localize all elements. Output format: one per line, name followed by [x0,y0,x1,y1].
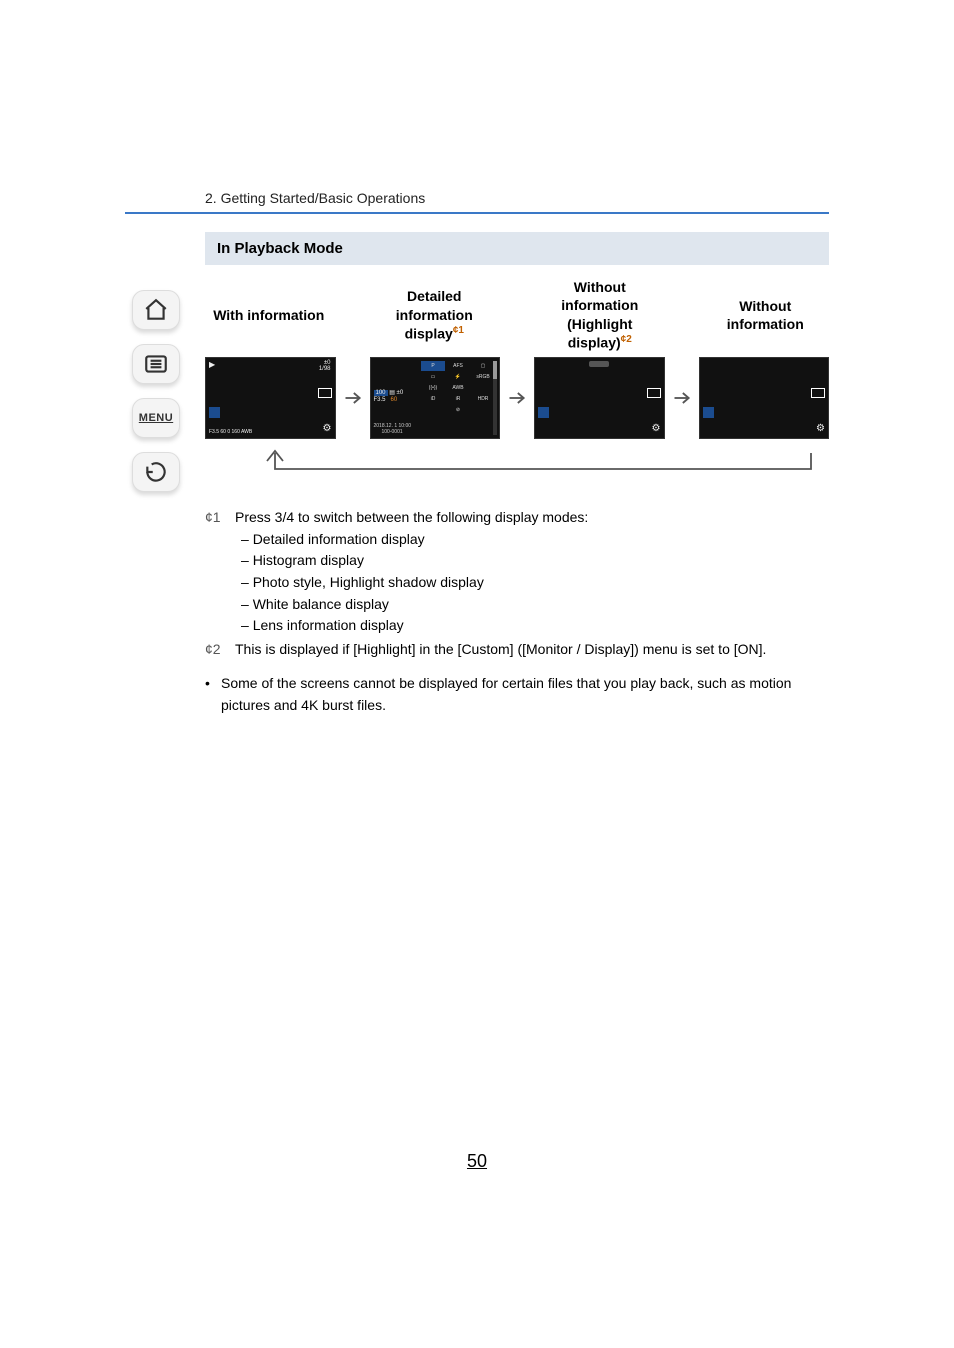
note-bullet: • Some of the screens cannot be displaye… [205,673,829,716]
detail-grid: P AFS ▢ ▭ ⚡ sRGB ((•)) AWB iD iR HDR ⊘ [421,361,495,435]
col-without-info: Without information [702,277,830,353]
back-arrow-icon [143,459,169,485]
ir-icon: iR [446,394,470,404]
section-heading: In Playback Mode [205,232,829,265]
footnotes: ¢1 Press 3/4 to switch between the follo… [205,507,829,716]
footnote-marker: ¢1 [205,507,229,529]
aperture-value: F3.5 [374,397,386,403]
bullet-icon: • [205,673,215,716]
no-flash-icon: ⊘ [446,405,470,415]
footnote-2: ¢2 This is displayed if [Highlight] in t… [205,639,829,661]
arrow-right-icon [342,388,364,408]
thumb-without-info: ⚙ [699,357,830,439]
thumb-with-info: ▶ ±0 1/98 ⚙ F3.5 60 0 160 AWB [205,357,336,439]
list-item: Lens information display [241,615,829,637]
settings-icon: ⚙ [323,423,332,434]
footnote-text: This is displayed if [Highlight] in the … [235,639,766,661]
text: information [396,307,473,323]
exif-strip: F3.5 60 0 160 AWB [209,430,252,436]
flash-icon: ⚡ [446,372,470,382]
text: ±0 [397,390,404,396]
text: sRGB [471,372,495,382]
footnote-1-list: Detailed information display Histogram d… [241,529,829,637]
cycle-loop-arrow [205,449,829,483]
home-icon [143,297,169,323]
counter: ±0 1/98 [319,360,331,372]
text: Without [574,279,626,295]
note-text: Some of the screens cannot be displayed … [221,673,829,716]
nav-toc-button[interactable] [132,344,180,384]
iso-value: 100 [374,390,388,396]
nav-back-button[interactable] [132,452,180,492]
sd-card-icon [647,388,661,398]
mode-icon [209,407,220,418]
display-mode-headers: With information Detailed information di… [205,277,829,353]
nav-menu-button[interactable]: MENU [132,398,180,438]
breadcrumb: 2. Getting Started/Basic Operations [125,190,829,214]
file-number: 100-0001 [374,429,412,435]
main-content: In Playback Mode With information Detail… [125,214,829,716]
superscript: ¢1 [453,325,464,336]
text: Without [739,298,791,314]
thumb-detailed: P AFS ▢ ▭ ⚡ sRGB ((•)) AWB iD iR HDR ⊘ [370,357,501,439]
settings-icon: ⚙ [652,423,661,434]
col-detailed: Detailed information display¢1 [371,277,499,353]
sd-card-icon [811,388,825,398]
battery-icon [589,361,609,367]
text: information [727,316,804,332]
sd-card-icon [318,388,332,398]
text: AWB [446,383,470,393]
arrow-right-icon [506,388,528,408]
text: information [561,297,638,313]
thumb-highlight: ⚙ [534,357,665,439]
list-item: Histogram display [241,550,829,572]
text: Detailed [407,288,461,304]
page-number[interactable]: 50 [0,1151,954,1172]
list-icon [143,351,169,377]
mode-icon [703,407,714,418]
text: (Highlight [567,316,632,332]
list-item: White balance display [241,594,829,616]
shutter-value: 60 [391,397,398,403]
idyn-icon: iD [421,394,445,404]
mode-icon [538,407,549,418]
play-icon: ▶ [209,360,215,369]
date-file: 2018.12. 1 10:00 100-0001 [374,423,412,435]
exposure-readout: 100 ▤ ±0 F3.5 60 [374,390,404,404]
af-area-icon: ▢ [471,361,495,371]
text: display [405,325,453,341]
footnote-marker: ¢2 [205,639,229,661]
list-item: Detailed information display [241,529,829,551]
hdr-icon: HDR [471,394,495,404]
display-mode-thumbnails: ▶ ±0 1/98 ⚙ F3.5 60 0 160 AWB P AFS ▢ ▭ [205,357,829,439]
col-highlight: Without information (Highlight display)¢… [536,277,664,353]
settings-icon: ⚙ [816,423,825,434]
mode-p-icon: P [421,361,445,371]
list-item: Photo style, Highlight shadow display [241,572,829,594]
arrow-right-icon [671,388,693,408]
footnote-1: ¢1 Press 3/4 to switch between the follo… [205,507,829,529]
superscript: ¢2 [621,334,632,345]
scrollbar-icon [493,361,497,435]
footnote-text: Press 3/4 to switch between the followin… [235,507,588,529]
nav-home-button[interactable] [132,290,180,330]
text: 1/98 [319,366,331,372]
col-with-info: With information [205,277,333,353]
quality-icon: ▤ [389,390,395,396]
picture-icon: ▭ [421,372,445,382]
text: display) [568,335,621,351]
stabilizer-icon: ((•)) [421,383,445,393]
side-nav: MENU [128,290,184,492]
text: AFS [446,361,470,371]
